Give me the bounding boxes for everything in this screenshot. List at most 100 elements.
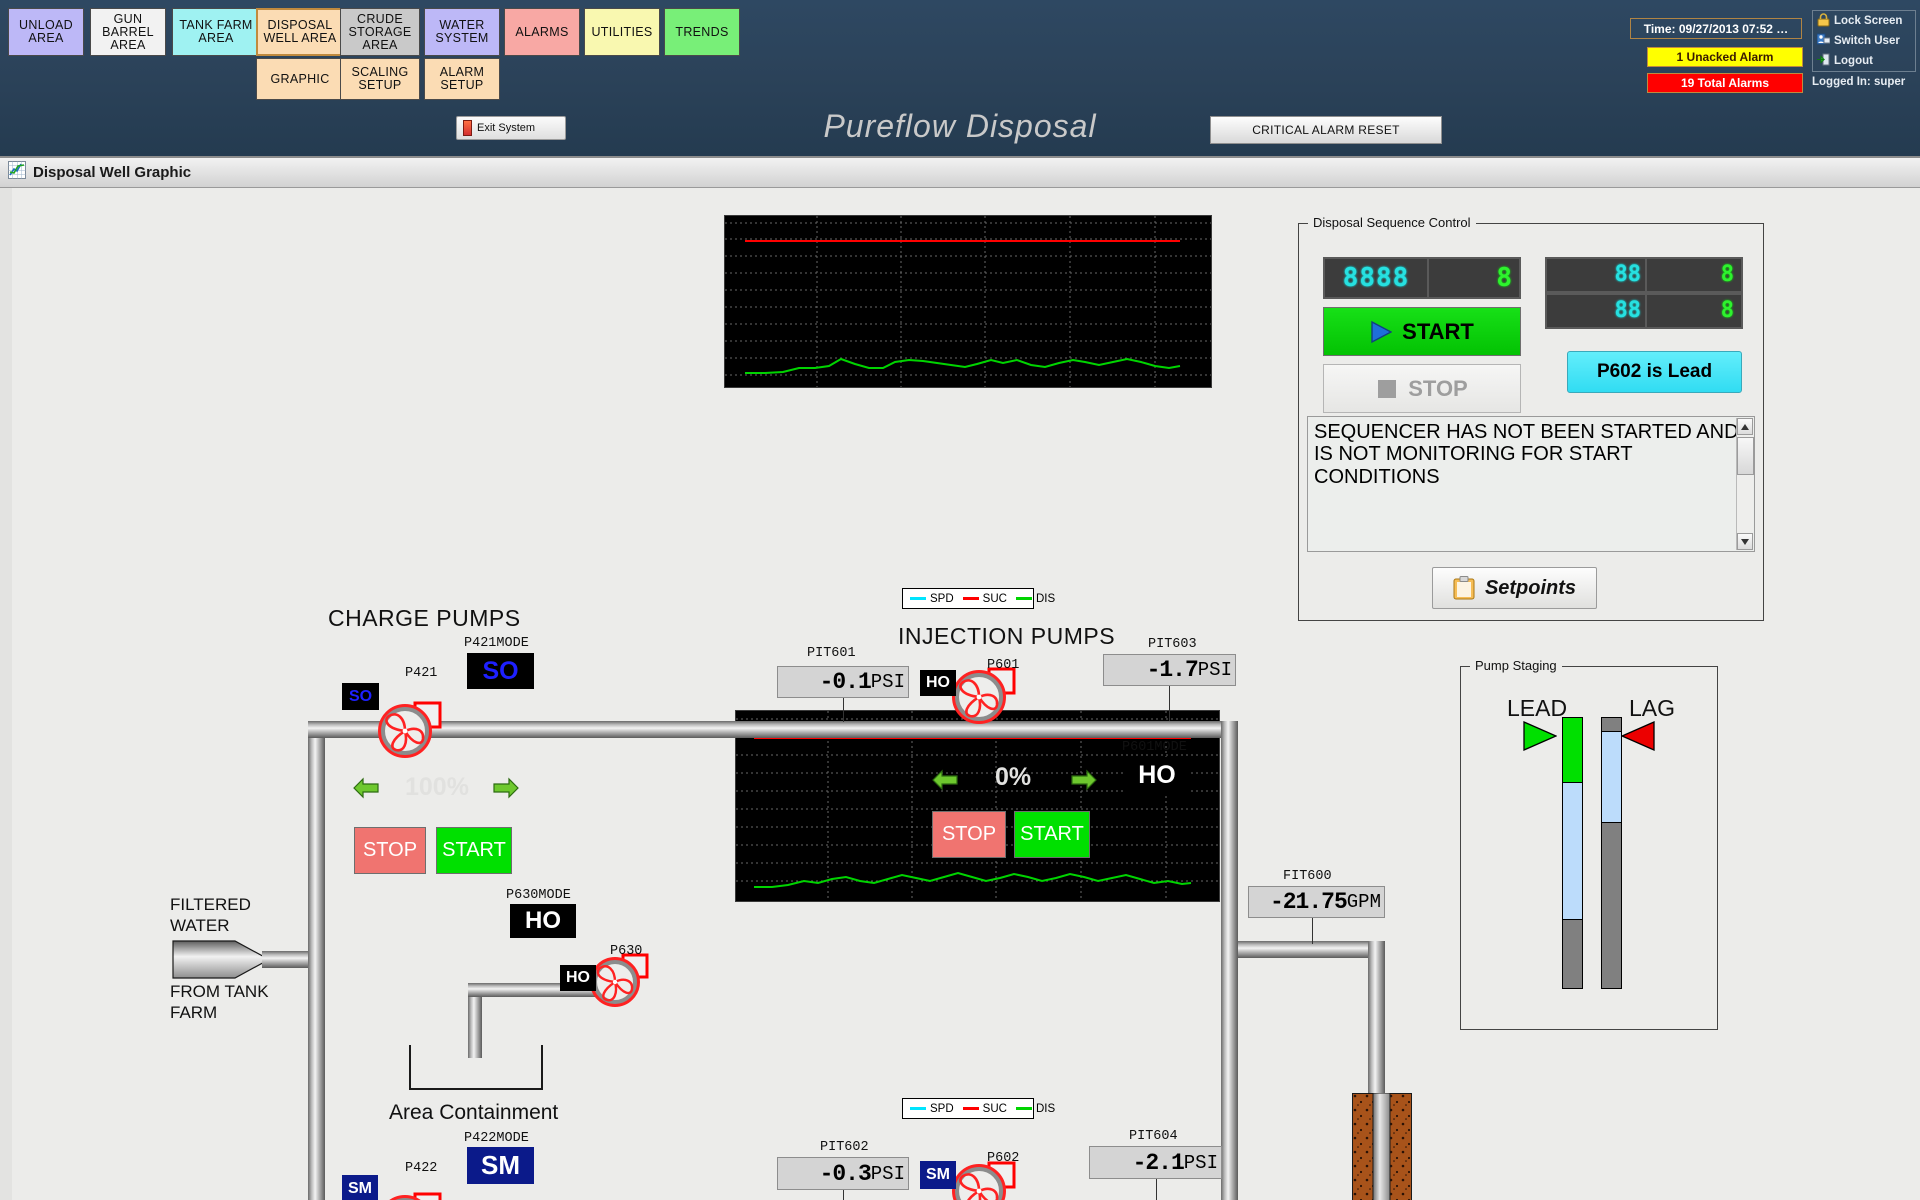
- critical-alarm-reset-button[interactable]: CRITICAL ALARM RESET: [1210, 116, 1442, 144]
- inlet-label-top: FILTERED WATER: [170, 895, 251, 936]
- p601-start-button[interactable]: START: [1014, 811, 1090, 858]
- lag-bar-segment-bottom: [1602, 823, 1621, 988]
- total-alarms-badge[interactable]: 19 Total Alarms: [1647, 73, 1803, 93]
- logout-item[interactable]: Logout: [1813, 51, 1915, 71]
- switch-user-item[interactable]: Switch User: [1813, 31, 1915, 51]
- pit603-unit: PSI: [1197, 659, 1232, 681]
- nav-button-unload-area[interactable]: UNLOAD AREA: [8, 8, 84, 56]
- sequence-timer-top-text: 88: [1614, 262, 1642, 287]
- inlet-label-bottom: FROM TANK FARM: [170, 982, 269, 1023]
- legend-label-dis-2: DIS: [1035, 1102, 1056, 1115]
- sequence-step-number: 8: [1496, 263, 1512, 293]
- unacked-alarms-badge[interactable]: 1 Unacked Alarm: [1647, 47, 1803, 67]
- nav-button-utilities[interactable]: UTILITIES: [584, 8, 660, 56]
- logout-icon: [1817, 53, 1830, 69]
- sequence-step-display: 8888 8: [1323, 257, 1521, 299]
- disposal-sequence-control-panel: Disposal Sequence Control 8888 8 88 8 88: [1298, 215, 1764, 621]
- lead-arrow-icon: [1523, 721, 1557, 751]
- nav-button-scaling-setup[interactable]: SCALING SETUP: [340, 58, 420, 100]
- p421-increase-arrow[interactable]: [493, 776, 519, 800]
- p421-tag: P421: [405, 666, 438, 681]
- pit604-unit: PSI: [1183, 1151, 1218, 1174]
- pit603-tag: PIT603: [1148, 637, 1197, 652]
- pump-p422[interactable]: [378, 1191, 444, 1200]
- p422-status-badge[interactable]: SM: [342, 1175, 378, 1200]
- lag-arrow-icon: [1621, 721, 1655, 751]
- pump-p630[interactable]: [590, 953, 650, 1011]
- p421-start-button[interactable]: START: [436, 827, 512, 874]
- sequence-start-button[interactable]: START: [1323, 307, 1521, 356]
- nav-button-water-system[interactable]: WATER SYSTEM: [424, 8, 500, 56]
- fit600-tag: FIT600: [1283, 869, 1332, 884]
- legend-item-suc: SUC: [962, 593, 1007, 605]
- disposal-well-graphic-canvas: SPD SUC DIS SPD SUC DIS CHARGE PUMPS FIL…: [0, 188, 1920, 1200]
- pit601-value: -0.1: [819, 669, 872, 695]
- scroll-up-button[interactable]: [1737, 418, 1753, 435]
- p601-tag: P601: [987, 658, 1020, 673]
- lead-pump-indicator[interactable]: P602 is Lead: [1567, 351, 1742, 393]
- fit600-value: -21.75: [1269, 889, 1348, 915]
- sequence-timer-top-number: 8: [1720, 262, 1734, 287]
- p630-mode-box[interactable]: HO: [510, 904, 576, 938]
- nav-button-disposal-well-area[interactable]: DISPOSAL WELL AREA: [256, 8, 344, 56]
- pump-p601[interactable]: [952, 666, 1018, 728]
- p601-decrease-arrow[interactable]: [932, 768, 958, 792]
- legend-label-suc-2: SUC: [982, 1102, 1007, 1115]
- top-trend-plot: [725, 216, 1211, 387]
- well-bore: [1352, 1093, 1412, 1200]
- pit601-tag: PIT601: [807, 646, 856, 661]
- p421-mode-box[interactable]: SO: [467, 653, 534, 689]
- sequence-stop-button[interactable]: STOP: [1323, 364, 1521, 413]
- nav-button-alarm-setup[interactable]: ALARM SETUP: [424, 58, 500, 100]
- pit601-leader: [843, 698, 844, 722]
- switch-user-label: Switch User: [1834, 35, 1900, 47]
- p630-status-badge[interactable]: HO: [560, 965, 596, 991]
- p421-decrease-arrow[interactable]: [353, 776, 379, 800]
- p601-mode-box[interactable]: HO: [1124, 757, 1190, 793]
- legend-label-spd-2: SPD: [930, 1102, 954, 1115]
- pump-p602[interactable]: [952, 1160, 1018, 1200]
- nav-button-crude-storage-area[interactable]: CRUDE STORAGE AREA: [340, 8, 420, 56]
- lock-screen-item[interactable]: Lock Screen: [1813, 11, 1915, 31]
- sequence-stop-label: STOP: [1408, 375, 1468, 401]
- nav-button-graphic[interactable]: GRAPHIC: [256, 58, 344, 100]
- charge-pumps-heading: CHARGE PUMPS: [328, 605, 521, 631]
- p601-increase-arrow[interactable]: [1071, 768, 1097, 792]
- scroll-down-button[interactable]: [1737, 533, 1753, 550]
- p421-mode-tag: P421MODE: [464, 636, 529, 651]
- lock-screen-label: Lock Screen: [1834, 15, 1903, 27]
- legend-item-suc-2: SUC: [962, 1102, 1007, 1115]
- sequencer-message-box[interactable]: SEQUENCER HAS NOT BEEN STARTED AND IS NO…: [1307, 416, 1755, 552]
- sequence-timer-bottom-number: 8: [1720, 298, 1734, 323]
- nav-button-alarms[interactable]: ALARMS: [504, 8, 580, 56]
- discharge-vertical: [1368, 941, 1385, 1101]
- sequence-timer-display-top: 88 8: [1545, 257, 1743, 293]
- window-title-bar: Disposal Well Graphic: [0, 158, 1920, 188]
- p421-stop-button[interactable]: STOP: [354, 827, 426, 874]
- lead-bar-segment-top: [1563, 718, 1582, 783]
- scrollbar-thumb[interactable]: [1737, 437, 1754, 475]
- nav-button-tank-farm-area[interactable]: TANK FARM AREA: [172, 8, 260, 56]
- legend-item-spd-2: SPD: [910, 1103, 954, 1115]
- fit600-leader: [1312, 918, 1313, 944]
- top-trend-chart[interactable]: [724, 215, 1212, 388]
- p422-mode-box[interactable]: SM: [467, 1147, 534, 1184]
- p601-stop-button[interactable]: STOP: [932, 811, 1006, 858]
- sequencer-message-scrollbar[interactable]: [1736, 418, 1754, 550]
- lead-staging-bar: [1562, 717, 1583, 989]
- legend-swatch-spd: [910, 597, 926, 600]
- bottom-trend-chart[interactable]: [735, 710, 1220, 902]
- sequence-step-text: 8888: [1342, 263, 1410, 293]
- p601-status-badge[interactable]: HO: [920, 670, 956, 696]
- nav-button-gun-barrel-area[interactable]: GUN BARREL AREA: [90, 8, 166, 56]
- p602-status-badge[interactable]: SM: [920, 1161, 956, 1189]
- nav-button-trends[interactable]: TRENDS: [664, 8, 740, 56]
- p421-status-badge[interactable]: SO: [342, 683, 379, 710]
- pit603-readout: -1.7 PSI: [1103, 654, 1236, 686]
- p602-tag: P602: [987, 1151, 1020, 1166]
- logout-label: Logout: [1834, 55, 1873, 67]
- setpoints-label: Setpoints: [1484, 576, 1577, 599]
- p421-speed-percent: 100%: [405, 773, 469, 801]
- setpoints-button[interactable]: Setpoints: [1432, 567, 1597, 609]
- pump-p421[interactable]: [378, 700, 444, 762]
